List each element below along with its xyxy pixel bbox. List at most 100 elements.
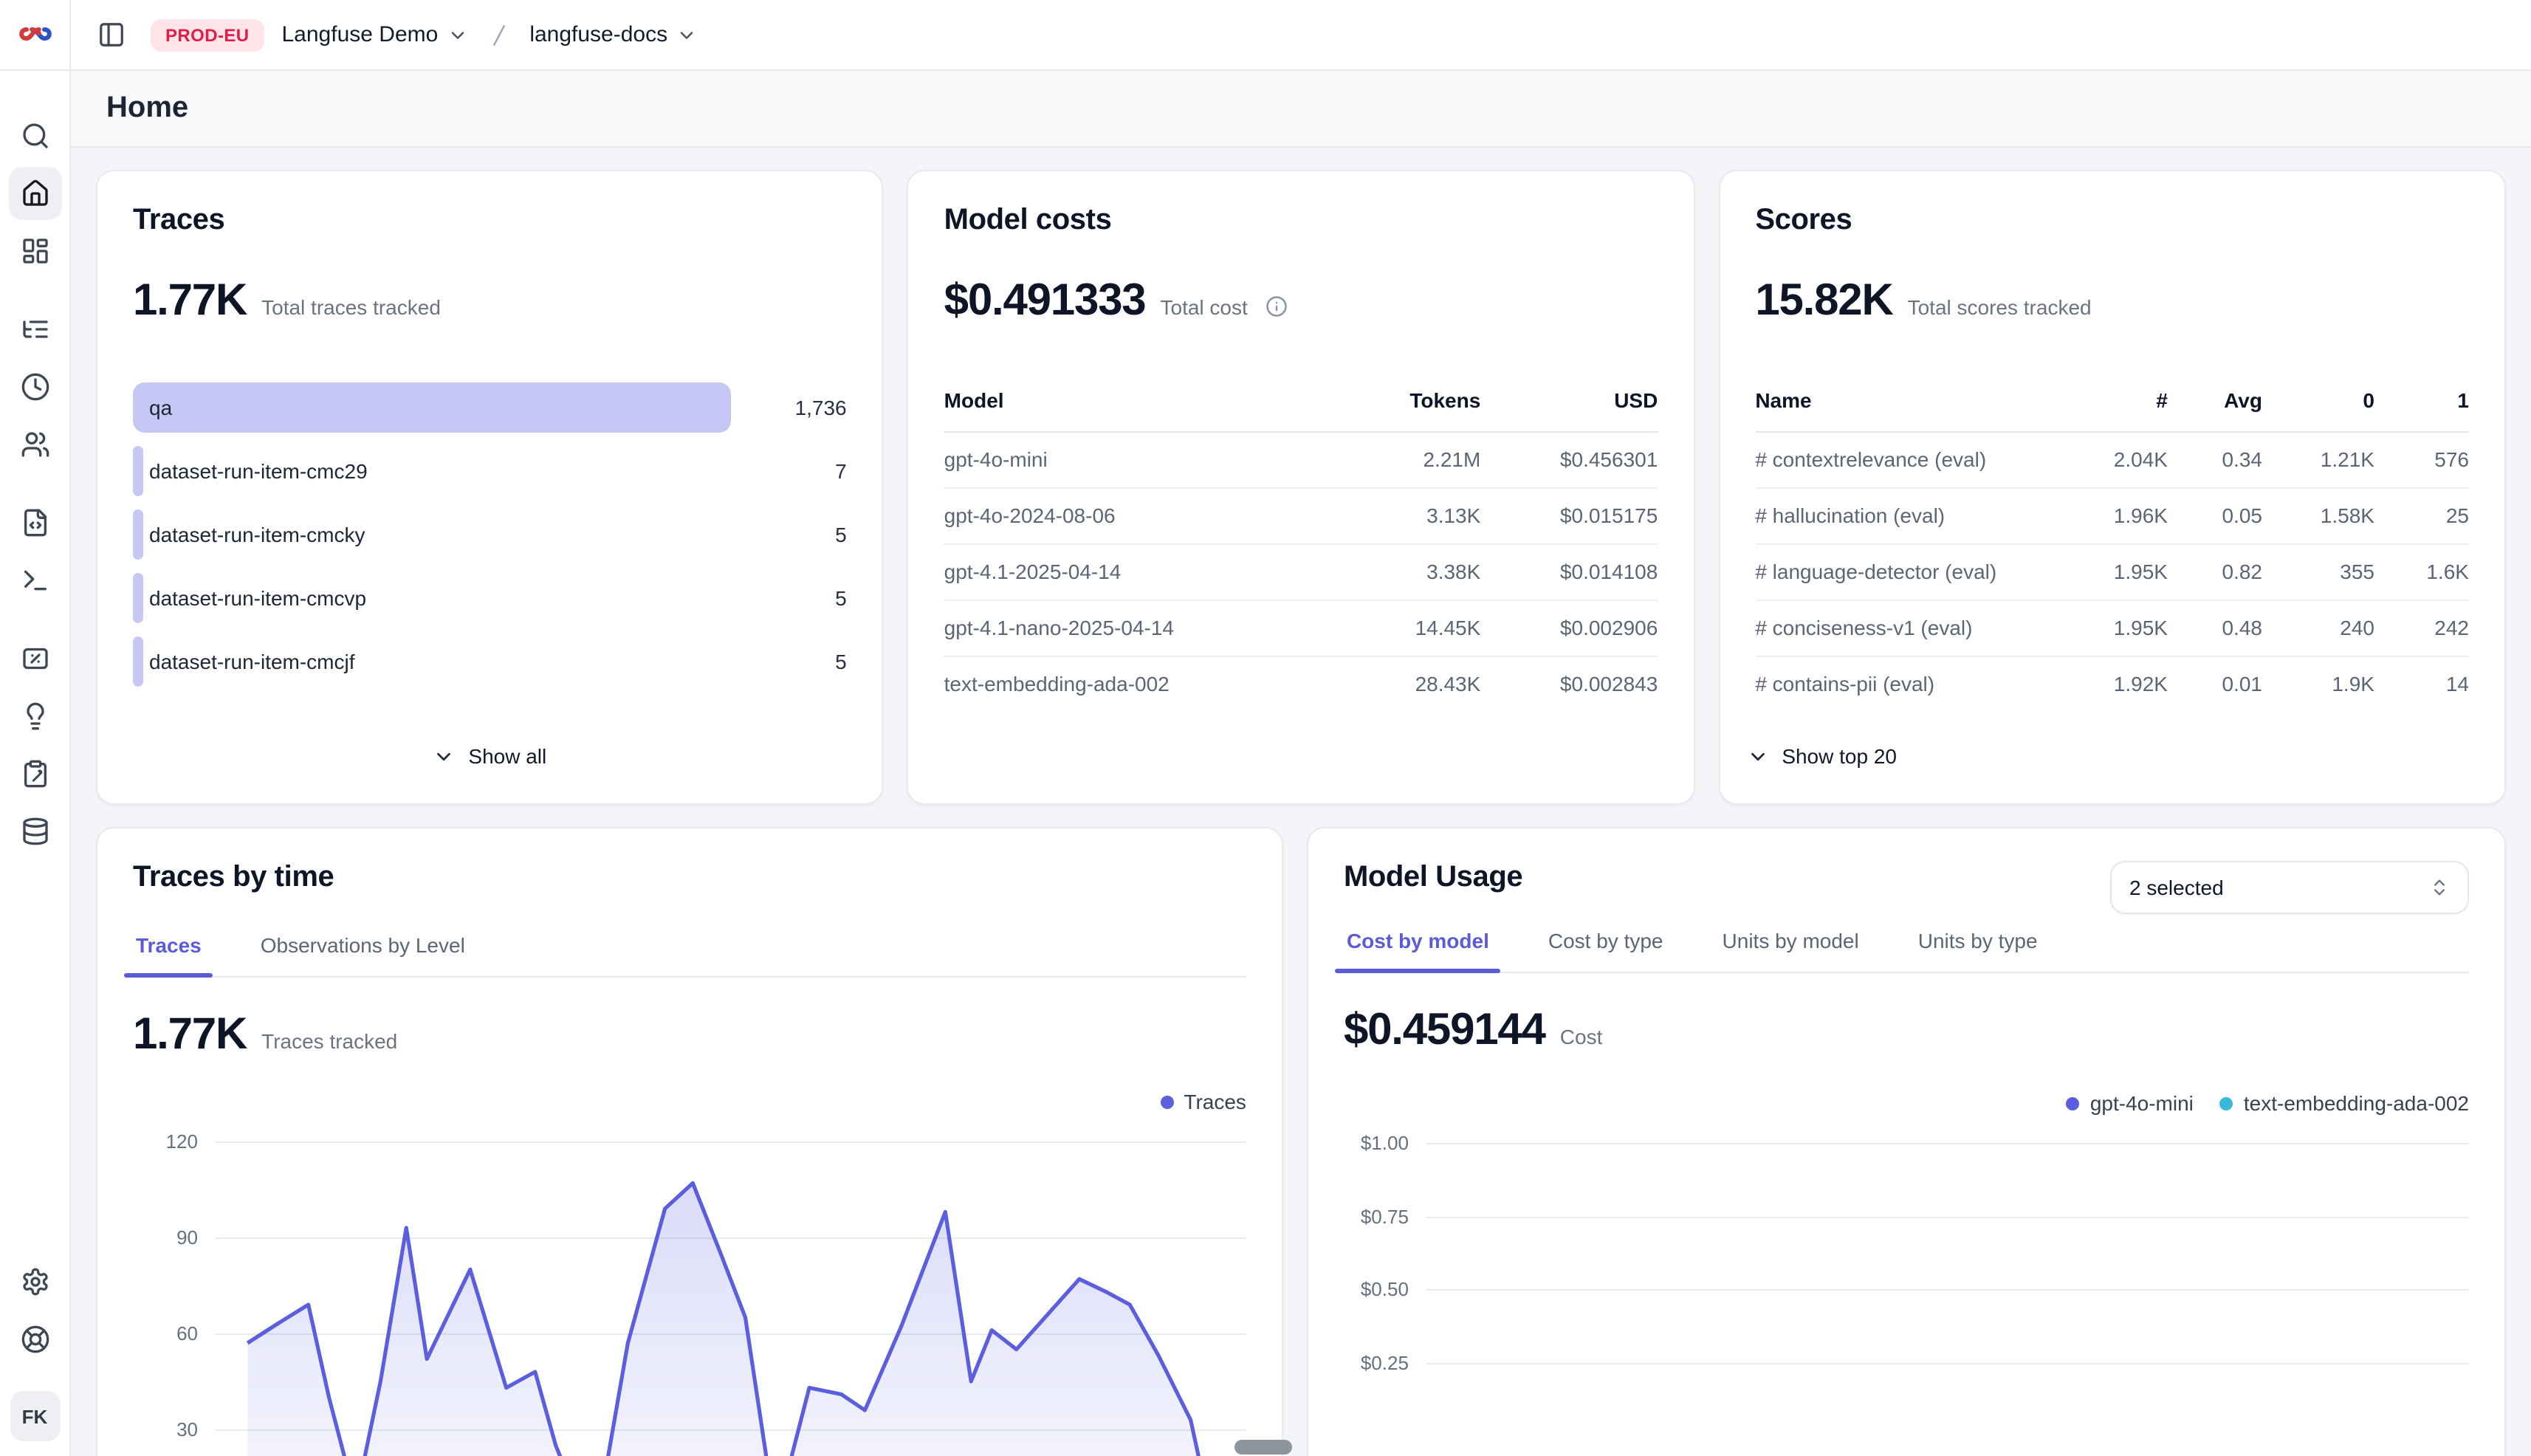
table-header-cell: 0	[2262, 388, 2374, 412]
table-cell: $0.014108	[1480, 560, 1658, 583]
area-series-svg	[216, 1122, 1246, 1456]
table-cell: $0.456301	[1480, 447, 1658, 471]
y-tick-label: $0.25	[1361, 1351, 1409, 1373]
app-root: PROD-EU Langfuse Demo langfuse-docs	[0, 0, 2531, 1456]
table-cell: 3.13K	[1318, 504, 1480, 527]
database-icon	[20, 817, 49, 846]
card-title: Scores	[1755, 204, 2469, 238]
trace-bar-value: 1,736	[752, 396, 847, 419]
table-cell: # language-detector (eval)	[1755, 560, 2073, 583]
table-row: # language-detector (eval)1.95K0.823551.…	[1755, 545, 2469, 601]
legend-label: gpt-4o-mini	[2090, 1091, 2194, 1115]
tab-cost-by-model[interactable]: Cost by model	[1344, 929, 1492, 972]
trace-bar-row: dataset-run-item-cmcvp5	[133, 573, 847, 623]
sidebar-item-search[interactable]	[8, 109, 61, 162]
trace-bar	[133, 573, 142, 623]
tab-units-by-model[interactable]: Units by model	[1720, 929, 1862, 972]
table-cell: 0.01	[2168, 672, 2262, 696]
table-cell: 1.95K	[2073, 560, 2168, 583]
table-cell: gpt-4.1-nano-2025-04-14	[944, 616, 1319, 639]
trace-bar-value: 5	[752, 586, 847, 610]
table-cell: 1.92K	[2073, 672, 2168, 696]
organization-switcher[interactable]: Langfuse Demo	[282, 22, 468, 47]
sidebar-item-settings[interactable]	[8, 1255, 61, 1308]
chevron-down-icon	[1746, 745, 1768, 767]
users-icon	[20, 430, 49, 459]
trace-bar-value: 5	[752, 650, 847, 673]
info-icon[interactable]	[1266, 295, 1288, 317]
traces-total-label: Total traces tracked	[261, 295, 441, 319]
trace-bar-label: qa	[149, 382, 172, 433]
clipboard-pen-icon	[20, 759, 49, 789]
sidebar-item-prompts[interactable]	[8, 496, 61, 549]
scrollbar-thumb[interactable]	[1234, 1440, 1292, 1455]
tab-cost-by-type[interactable]: Cost by type	[1545, 929, 1666, 972]
project-switcher[interactable]: langfuse-docs	[529, 22, 697, 47]
table-header-cell: Avg	[2168, 388, 2262, 412]
sidebar-item-annotation-queues[interactable]	[8, 747, 61, 800]
list-tree-icon	[20, 315, 49, 344]
table-cell: gpt-4o-mini	[944, 447, 1319, 471]
table-cell: # contextrelevance (eval)	[1755, 447, 2073, 471]
table-cell: 2.04K	[2073, 447, 2168, 471]
table-header-cell: 1	[2374, 388, 2469, 412]
table-row: # contains-pii (eval)1.92K0.011.9K14	[1755, 657, 2469, 712]
sidebar: FK	[0, 71, 71, 1456]
table-cell: 0.48	[2168, 616, 2262, 639]
scores-total-label: Total scores tracked	[1908, 295, 2092, 319]
traces-card: Traces 1.77K Total traces tracked qa 1,73…	[96, 170, 884, 805]
usage-cost-value: $0.459144	[1344, 1006, 1545, 1056]
clock-icon	[20, 372, 49, 402]
search-icon	[20, 121, 49, 151]
trace-bar-row: dataset-run-item-cmc297	[133, 446, 847, 496]
show-all-button[interactable]: Show all	[133, 729, 847, 771]
sidebar-item-sessions[interactable]	[8, 360, 61, 413]
sidebar-item-insights[interactable]	[8, 690, 61, 743]
total-cost-value: $0.491333	[944, 276, 1146, 326]
sidebar-item-playground[interactable]	[8, 554, 61, 607]
sidebar-item-support[interactable]	[8, 1313, 61, 1366]
table-cell: 1.6K	[2374, 560, 2469, 583]
table-row: # conciseness-v1 (eval)1.95K0.48240242	[1755, 601, 2469, 657]
table-cell: 1.21K	[2262, 447, 2374, 471]
table-cell: # contains-pii (eval)	[1755, 672, 2073, 696]
gridline	[1426, 1216, 2469, 1218]
trace-bar-track: dataset-run-item-cmcky	[133, 509, 752, 560]
user-avatar[interactable]: FK	[10, 1391, 60, 1441]
table-cell: 1.96K	[2073, 504, 2168, 527]
trace-bar	[133, 382, 730, 433]
table-row: # hallucination (eval)1.96K0.051.58K25	[1755, 489, 2469, 545]
tab-traces[interactable]: Traces	[133, 933, 205, 976]
langfuse-logo-icon[interactable]	[17, 17, 52, 52]
file-code-icon	[20, 508, 49, 538]
sidebar-item-home[interactable]	[8, 167, 61, 220]
sidebar-item-datasets[interactable]	[8, 805, 61, 858]
tab-units-by-type[interactable]: Units by type	[1915, 929, 2041, 972]
y-tick-label: 90	[176, 1226, 198, 1249]
card-title: Traces by time	[133, 861, 1246, 895]
sidebar-item-dashboards[interactable]	[8, 224, 61, 278]
tab-observations-by-level[interactable]: Observations by Level	[258, 933, 468, 976]
chart-y-axis: 120906030	[133, 1122, 216, 1456]
chevron-down-icon	[676, 24, 697, 45]
terminal-icon	[20, 566, 49, 595]
show-all-label: Show all	[468, 744, 546, 768]
sidebar-item-tracing[interactable]	[8, 303, 61, 356]
gridline	[1426, 1362, 2469, 1364]
chevron-down-icon	[433, 745, 455, 767]
card-title: Traces	[133, 204, 847, 238]
table-cell: 1.58K	[2262, 504, 2374, 527]
sidebar-toggle-button[interactable]	[89, 13, 133, 57]
model-select[interactable]: 2 selected	[2110, 861, 2469, 914]
trace-bar-track: dataset-run-item-cmcjf	[133, 636, 752, 687]
show-top-20-button[interactable]: Show top 20	[1746, 729, 2469, 771]
table-cell: 14	[2374, 672, 2469, 696]
page-title: Home	[106, 92, 188, 126]
sidebar-item-evals[interactable]	[8, 632, 61, 685]
legend-dot	[2220, 1096, 2233, 1110]
traces-total-value: 1.77K	[133, 276, 247, 326]
gridline	[1426, 1289, 2469, 1291]
model-costs-table: ModelTokensUSDgpt-4o-mini2.21M$0.456301g…	[944, 388, 1658, 712]
sidebar-item-users[interactable]	[8, 418, 61, 471]
table-header-cell: Name	[1755, 388, 2073, 412]
